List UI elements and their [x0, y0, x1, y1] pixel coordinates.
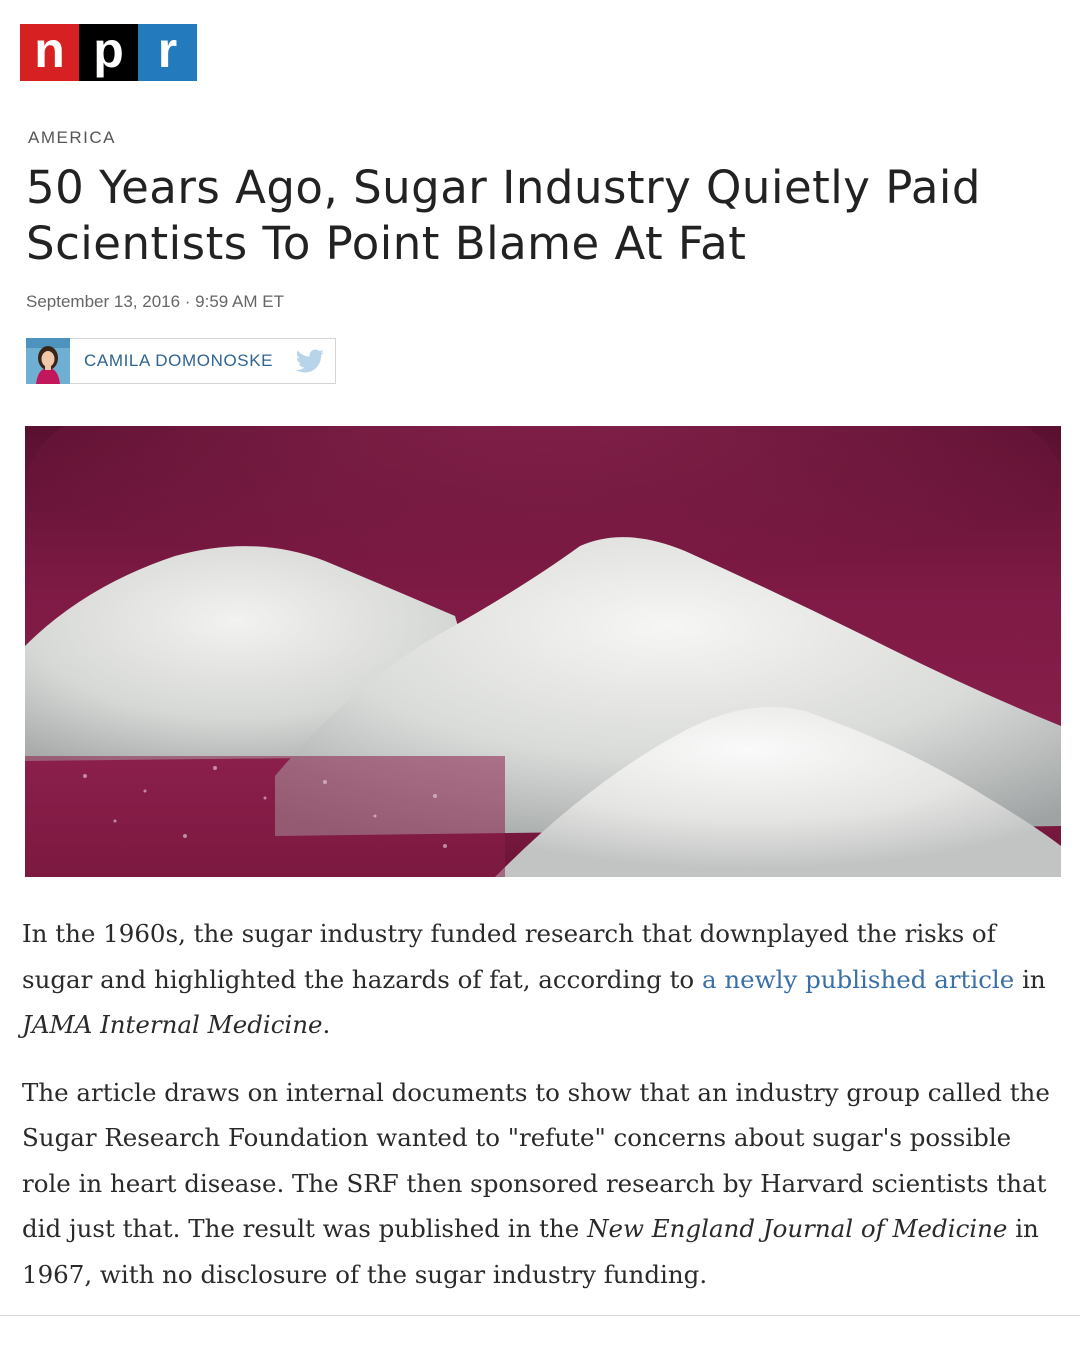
- article-paragraph: The article draws on internal documents …: [22, 1070, 1052, 1298]
- sugar-piles-photo: [25, 426, 1061, 877]
- author-byline[interactable]: CAMILA DOMONOSKE: [26, 338, 336, 384]
- twitter-icon[interactable]: [295, 349, 325, 373]
- section-label[interactable]: AMERICA: [28, 128, 116, 148]
- journal-name: New England Journal of Medicine: [587, 1214, 1008, 1243]
- article-dateline: September 13, 2016 · 9:59 AM ET: [26, 292, 284, 311]
- author-name[interactable]: CAMILA DOMONOSKE: [84, 351, 295, 371]
- divider: [0, 1315, 1080, 1316]
- paragraph-text: .: [322, 1010, 331, 1039]
- author-photo: [26, 338, 70, 384]
- article-body: In the 1960s, the sugar industry funded …: [22, 911, 1052, 1319]
- npr-logo[interactable]: n p r: [20, 24, 197, 81]
- author-avatar: [26, 338, 70, 384]
- article-headline: 50 Years Ago, Sugar Industry Quietly Pai…: [26, 161, 981, 270]
- article-link[interactable]: a newly published article: [702, 965, 1014, 994]
- npr-logo-r: r: [138, 24, 197, 81]
- npr-logo-n: n: [20, 24, 79, 81]
- hero-image: [25, 426, 1061, 877]
- paragraph-text: in: [1014, 964, 1046, 994]
- journal-name: JAMA Internal Medicine: [22, 1010, 323, 1039]
- npr-logo-p: p: [79, 24, 138, 81]
- article-paragraph: In the 1960s, the sugar industry funded …: [22, 911, 1052, 1048]
